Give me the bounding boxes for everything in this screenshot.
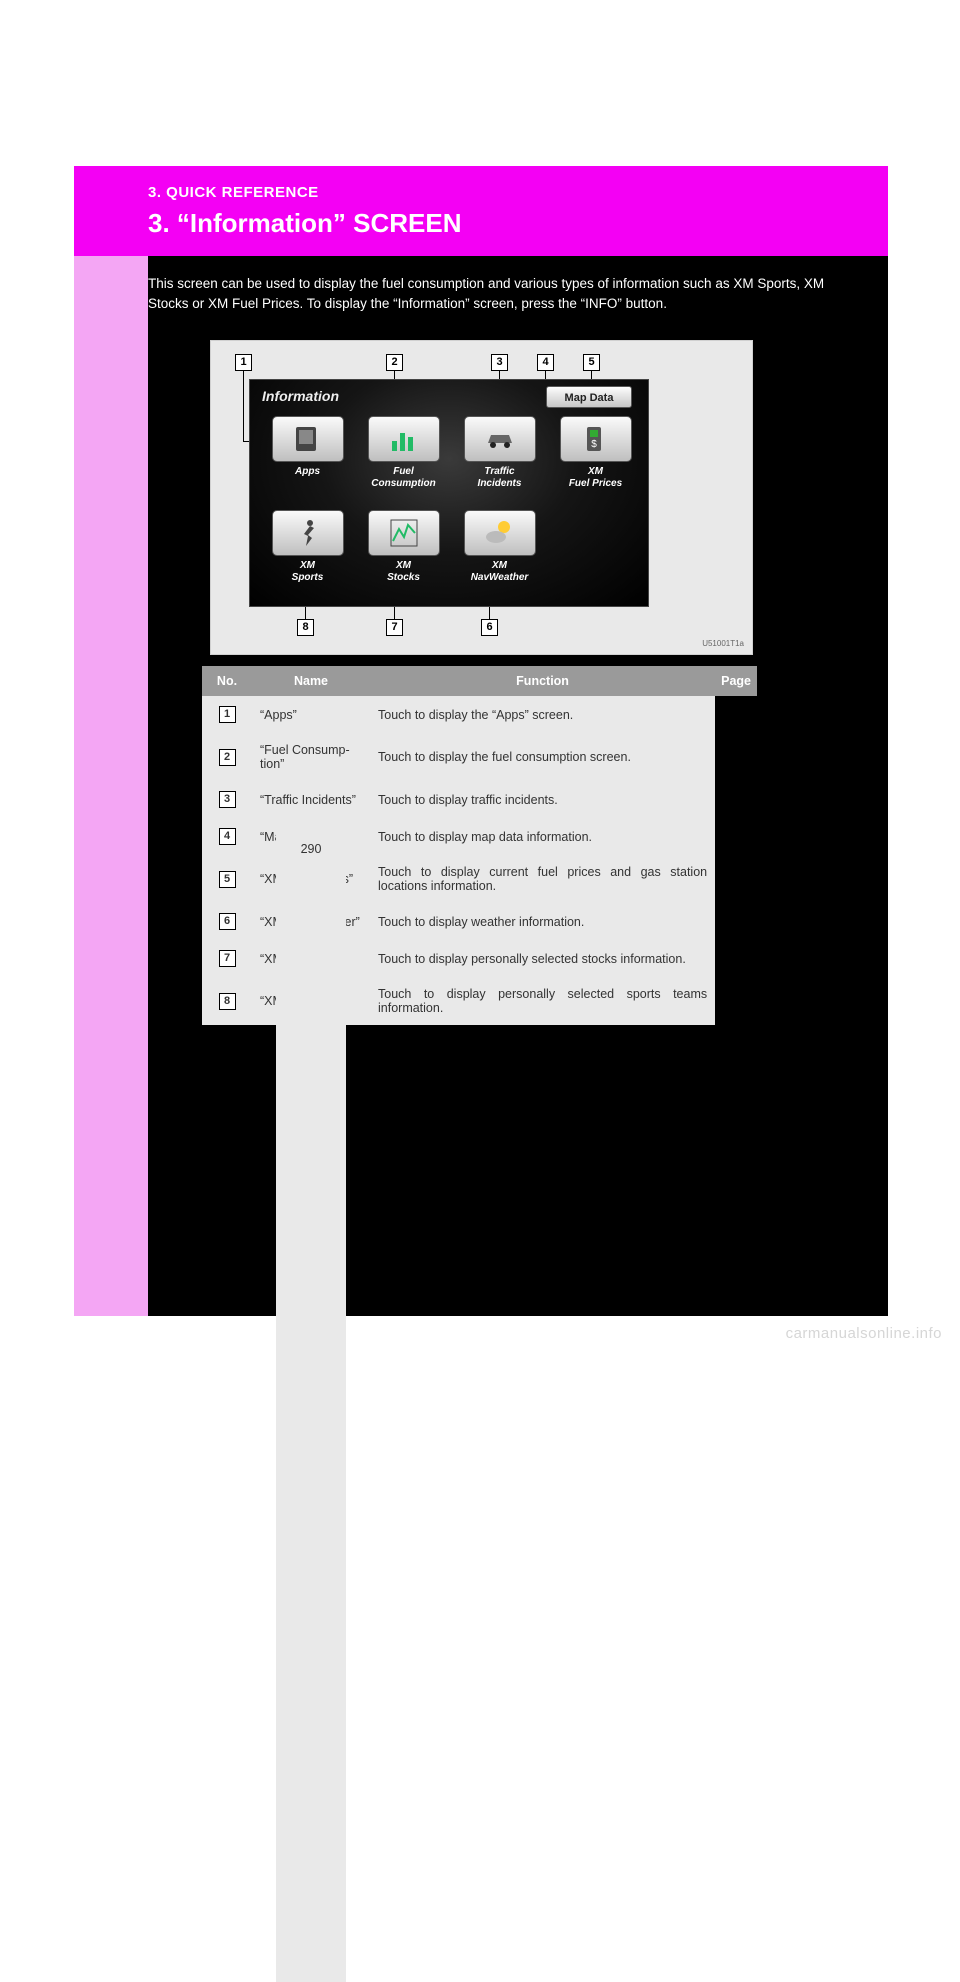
fuel-consumption-tile[interactable]: FuelConsumption [356,416,451,489]
col-name: Name [252,666,370,696]
row-name: “Apps” [252,696,370,733]
callout-8: 8 [297,619,314,636]
panel-title: Information [262,388,339,404]
xm-stocks-tile[interactable]: XMStocks [356,510,451,583]
image-code: U51001T1a [702,639,744,648]
leader-line [243,371,244,441]
traffic-label: TrafficIncidents [452,466,547,489]
table-row: 2 “Fuel Consump­tion” Touch to display t… [202,733,757,781]
xmfuel-label: XMFuel Prices [548,466,643,489]
table-row: 1 “Apps” Touch to display the “Apps” scr… [202,696,757,733]
row-function: Touch to display the fuel consumption sc… [370,733,715,781]
svg-text:$: $ [591,439,597,450]
row-number: 8 [219,993,236,1010]
row-name: “Fuel Consump­tion” [252,733,370,781]
row-number: 7 [219,950,236,967]
row-name: “Traffic Incidents” [252,781,370,818]
left-margin-bar [74,166,148,1316]
weather-label: XMNavWeather [452,560,547,583]
row-number: 4 [219,828,236,845]
row-number: 2 [219,749,236,766]
bar-chart-icon [368,416,440,462]
runner-icon [272,510,344,556]
callout-5: 5 [583,354,600,371]
stocks-label: XMStocks [356,560,451,583]
row-number: 3 [219,791,236,808]
table-row: 8 “XM Sports” Touch to display personall… [202,977,757,1025]
callout-2: 2 [386,354,403,371]
xm-sports-tile[interactable]: XMSports [260,510,355,583]
line-chart-icon [368,510,440,556]
xm-navweather-tile[interactable]: XMNavWeather [452,510,547,583]
apps-label: Apps [260,466,355,478]
page-title: 3. “Information” SCREEN [148,208,461,239]
apps-tile[interactable]: Apps [260,416,355,478]
row-function: Touch to display current fuel prices and… [370,855,715,903]
col-func: Function [370,666,715,696]
callout-6: 6 [481,619,498,636]
callout-4: 4 [537,354,554,371]
information-screenshot: 1 2 3 4 5 8 7 6 Information Map Data [210,340,753,655]
callout-1: 1 [235,354,252,371]
row-number: 6 [219,913,236,930]
watermark: carmanualsonline.info [786,1325,942,1342]
intro-text: This screen can be used to display the f… [148,274,868,313]
page-body: This screen can be used to display the f… [74,166,888,1316]
row-number: 5 [219,871,236,888]
callout-3: 3 [491,354,508,371]
reference-table: No. Name Function Page 1 “Apps” Touch to… [202,666,757,1025]
map-data-button[interactable]: Map Data [546,386,632,408]
row-number: 1 [219,706,236,723]
row-page: 290 [276,832,346,1982]
row-function: Touch to display traffic incidents. [370,781,715,818]
apps-icon [272,416,344,462]
row-function: Touch to display map data information. [370,818,715,855]
col-no: No. [202,666,252,696]
row-function: Touch to display personally selected sto… [370,940,715,977]
breadcrumb: 3. QUICK REFERENCE [148,184,319,201]
page-header: 3. QUICK REFERENCE 3. “Information” SCRE… [74,166,888,256]
row-function: Touch to display personally selected spo… [370,977,715,1025]
icon-grid: Apps FuelConsumption TrafficIncidents [258,414,640,598]
col-page: Page [715,666,757,696]
fuel-label: FuelConsumption [356,466,451,489]
row-function: Touch to display weather information. [370,903,715,940]
traffic-incidents-tile[interactable]: TrafficIncidents [452,416,547,489]
xm-fuel-prices-tile[interactable]: $ XMFuel Prices [548,416,643,489]
sports-label: XMSports [260,560,355,583]
callout-7: 7 [386,619,403,636]
fuel-pump-icon: $ [560,416,632,462]
infotainment-panel: Information Map Data Apps FuelConsumptio… [249,379,649,607]
row-function: Touch to display the “Apps” screen. [370,696,715,733]
sun-cloud-icon [464,510,536,556]
cars-icon [464,416,536,462]
table-row: 3 “Traffic Incidents” Touch to display t… [202,781,757,818]
